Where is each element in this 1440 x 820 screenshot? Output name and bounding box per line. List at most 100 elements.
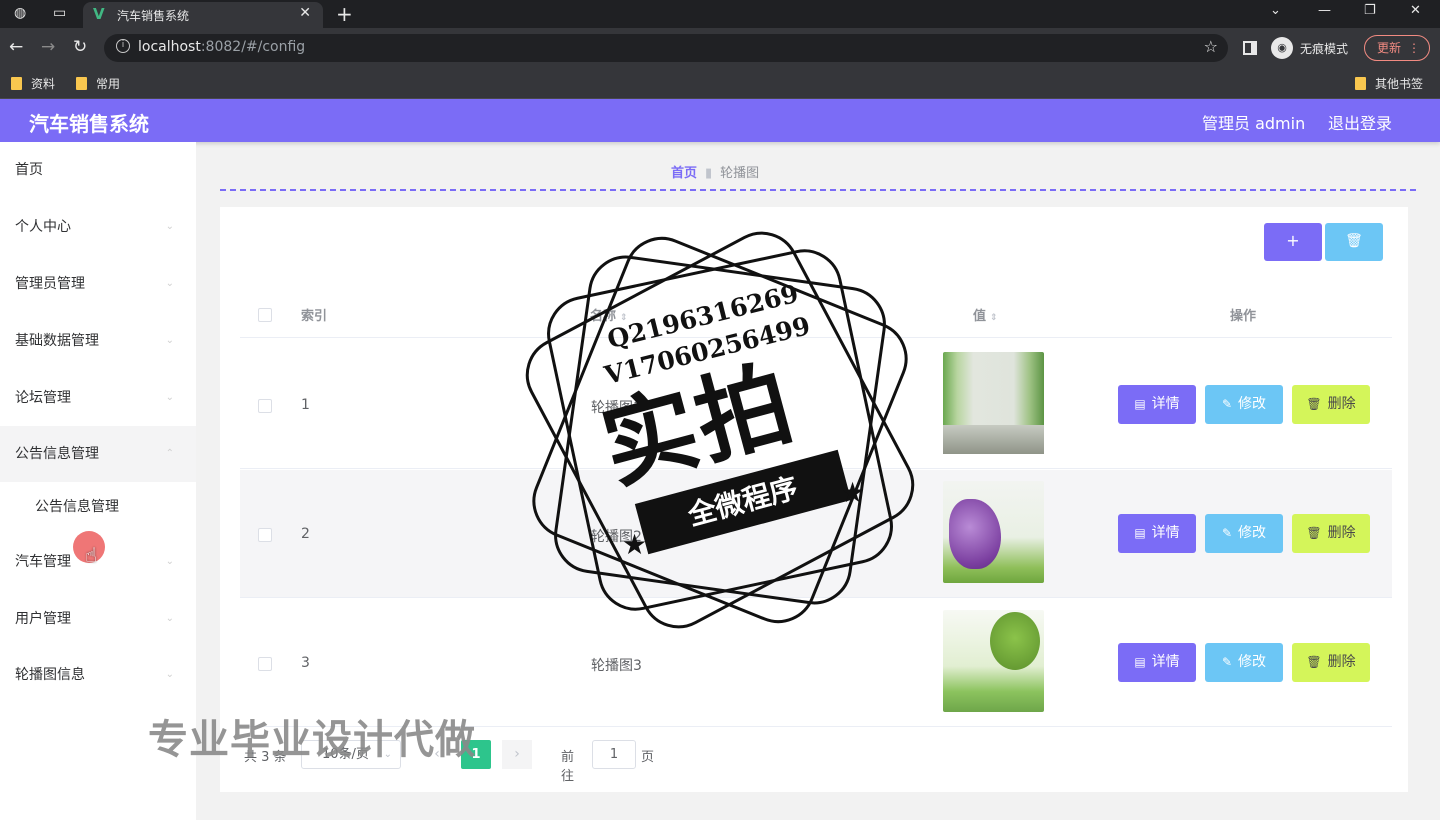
logout-button[interactable]: 退出登录 [1328,110,1392,134]
sidebar-item-label: 公告信息管理 [15,446,99,462]
sidebar-item-home[interactable]: 首页 [0,142,196,198]
chevron-down-icon[interactable]: ⌄ [1270,3,1281,18]
watermark-stamp: Q2196316269 V17060256499 实拍 全微程序 ★ ★ [512,218,928,642]
globe-icon[interactable]: ◍ [14,5,26,21]
page-unit-label: 页 [641,750,655,765]
breadcrumb-separator-icon: ▮ [705,166,713,181]
document-icon: ▤ [1134,655,1146,669]
chevron-down-icon: ⌄ [165,669,174,680]
trash-icon: 🗑 [1345,233,1363,249]
sidebar-item-label: 个人中心 [15,219,71,235]
sidebar-item-basic-data[interactable]: 基础数据管理 ⌄ [0,313,196,369]
edit-icon: ✎ [1221,655,1233,669]
delete-button[interactable]: 🗑 删除 [1292,385,1370,424]
row-index: 3 [301,655,310,671]
close-window-icon[interactable]: ✕ [1410,3,1421,18]
tab-search-icon[interactable]: ▭ [53,5,66,21]
chevron-down-icon: ⌄ [165,556,174,567]
restore-icon[interactable]: ❐ [1364,3,1376,18]
detail-button[interactable]: ▤ 详情 [1118,514,1196,553]
address-bar: ← → ↻ i localhost:8082/#/config ☆ ◉ 无痕模式… [0,28,1440,68]
row-index: 1 [301,397,310,413]
breadcrumb: 首页 ▮ 轮播图 [671,162,759,181]
back-icon[interactable]: ← [9,37,23,57]
chevron-down-icon: ⌄ [165,278,174,289]
delete-button[interactable]: 🗑 删除 [1292,514,1370,553]
trash-icon: 🗑 [1306,397,1322,411]
batch-delete-button[interactable]: 🗑 [1325,223,1383,261]
sidebar-item-personal-center[interactable]: 个人中心 ⌄ [0,199,196,255]
goto-label: 前往 [561,750,575,784]
sidebar-item-carousel[interactable]: 轮播图信息 ⌄ [0,647,196,703]
edit-button[interactable]: ✎ 修改 [1205,643,1283,682]
goto-page-input[interactable]: 1 [592,740,636,769]
divider [220,189,1416,191]
breadcrumb-current: 轮播图 [720,166,760,181]
sidebar-item-user-management[interactable]: 用户管理 ⌄ [0,591,196,647]
chevron-down-icon: ⌄ [165,613,174,624]
app-title: 汽车销售系统 [29,112,149,136]
bookmarks-bar: 资料 常用 其他书签 [0,68,1440,99]
url-text: localhost:8082/#/config [138,39,306,55]
sidebar-item-label: 首页 [15,162,43,178]
browser-tab[interactable]: V 汽车销售系统 ✕ [83,2,323,28]
row-index: 2 [301,526,310,542]
row-checkbox[interactable] [258,399,272,413]
carousel-image [943,481,1044,583]
edit-button[interactable]: ✎ 修改 [1205,385,1283,424]
column-header-actions: 操作 [1230,309,1257,324]
edit-icon: ✎ [1221,526,1233,540]
forward-icon[interactable]: → [41,37,55,57]
column-header-value[interactable]: 值 ⇕ [973,305,998,324]
bookmark-folder[interactable]: 常用 [76,75,120,92]
delete-button[interactable]: 🗑 删除 [1292,643,1370,682]
folder-icon [76,77,87,90]
current-user: 管理员 admin [1202,114,1306,133]
close-tab-icon[interactable]: ✕ [299,5,311,21]
folder-icon [1355,77,1366,90]
chevron-down-icon: ⌄ [165,335,174,346]
chevron-down-icon: ⌄ [165,221,174,232]
browser-tab-bar: ◍ ▭ V 汽车销售系统 ✕ + ⌄ — ❐ ✕ [0,0,1440,28]
row-checkbox[interactable] [258,528,272,542]
bookmark-folder[interactable]: 资料 [11,75,55,92]
sidebar-item-forum[interactable]: 论坛管理 ⌄ [0,370,196,426]
bookmark-star-icon[interactable]: ☆ [1204,37,1218,56]
sidebar-item-announcement[interactable]: 公告信息管理 ⌃ [0,426,196,482]
detail-button[interactable]: ▤ 详情 [1118,385,1196,424]
update-label: 更新 [1377,41,1402,55]
incognito-icon[interactable]: ◉ [1271,37,1293,59]
edit-button[interactable]: ✎ 修改 [1205,514,1283,553]
trash-icon: 🗑 [1306,655,1322,669]
row-checkbox[interactable] [258,657,272,671]
url-input[interactable]: i localhost:8082/#/config ☆ [104,34,1228,62]
sidebar-item-label: 汽车管理 [15,554,71,570]
reload-icon[interactable]: ↻ [73,37,87,57]
sort-icon[interactable]: ⇕ [990,313,998,323]
side-panel-icon[interactable] [1243,41,1257,55]
star-icon: ★ [622,528,648,561]
document-icon: ▤ [1134,397,1146,411]
vue-logo-icon: V [93,5,105,23]
more-icon: ⋮ [1408,41,1420,55]
other-bookmarks[interactable]: 其他书签 [1355,75,1423,92]
submenu-item-announcement[interactable]: 公告信息管理 [0,482,196,532]
app-header: 汽车销售系统 管理员 admin 退出登录 [0,99,1440,142]
info-icon[interactable]: i [116,39,130,53]
chevron-up-icon: ⌃ [165,448,174,459]
next-page-button[interactable]: › [502,740,532,769]
trash-icon: 🗑 [1306,526,1322,540]
submenu-item-label: 公告信息管理 [35,499,119,515]
edit-icon: ✎ [1221,397,1233,411]
column-header-index: 索引 [301,309,328,324]
minimize-icon[interactable]: — [1318,3,1331,18]
breadcrumb-home[interactable]: 首页 [671,166,697,181]
sidebar-item-admin-management[interactable]: 管理员管理 ⌄ [0,256,196,312]
select-all-checkbox[interactable] [258,308,272,322]
add-button[interactable]: + [1264,223,1322,261]
update-button[interactable]: 更新 ⋮ [1364,35,1430,61]
carousel-image [943,610,1044,712]
new-tab-icon[interactable]: + [336,2,353,26]
row-name: 轮播图3 [591,658,642,674]
detail-button[interactable]: ▤ 详情 [1118,643,1196,682]
